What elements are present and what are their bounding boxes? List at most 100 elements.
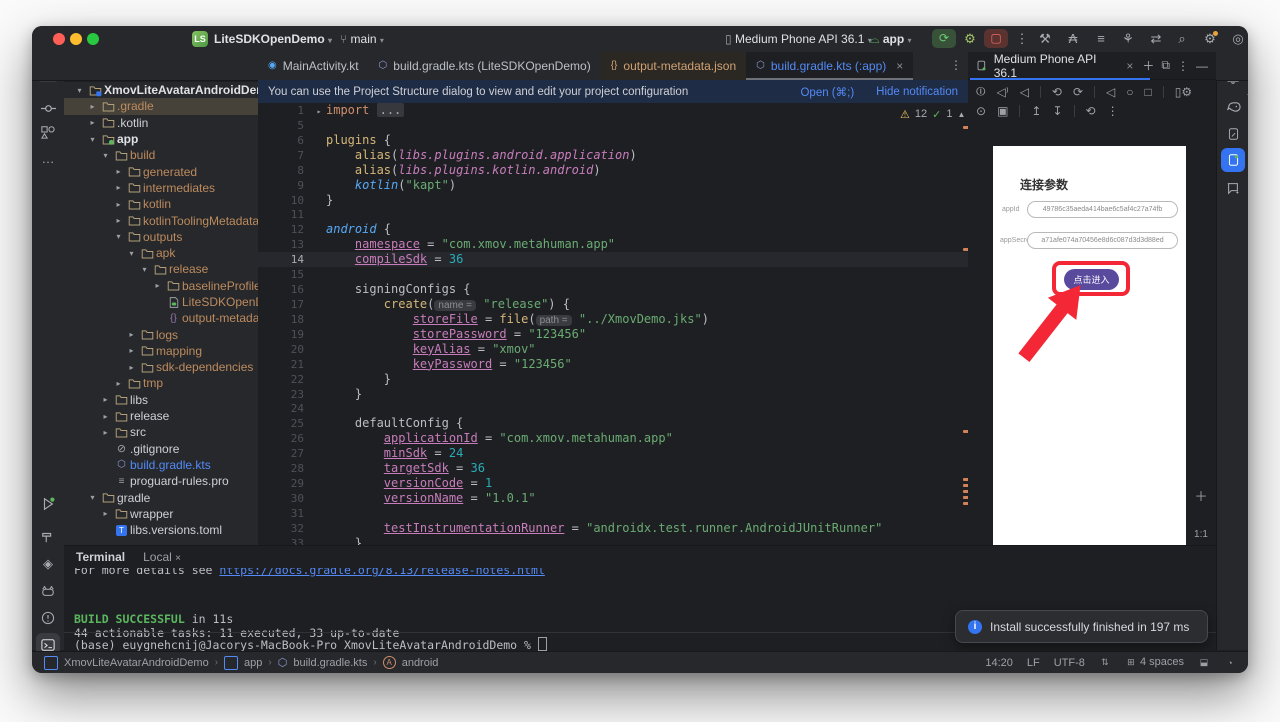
chevron-down-icon[interactable]: ▾ [111,232,126,241]
tree-item-.gradle[interactable]: ▸.gradle [64,98,258,114]
appid-input[interactable]: 49786c35aeda414bae6c5af4c27a74fb [1027,201,1178,218]
prev-problem-icon[interactable]: ▲ [957,110,965,119]
device-manager-icon[interactable] [1221,122,1245,146]
chevron-down-icon[interactable]: ▾ [98,151,113,160]
indent-setting[interactable]: ⊞ 4 spaces [1125,656,1184,669]
chevron-right-icon[interactable]: ▸ [111,379,126,388]
banner-hide-link[interactable]: Hide notification [876,86,958,98]
volume-down-icon[interactable]: ◁ [1020,85,1029,99]
code-line-15[interactable]: 15 [258,267,968,282]
device-selector[interactable]: ▯ Medium Phone API 36.1 ▾ [725,31,872,47]
chevron-right-icon[interactable]: ▸ [124,363,139,372]
app-quality-insights-icon[interactable]: ◈ [36,552,60,576]
build-hammer-icon[interactable]: ⚒ [1035,30,1055,48]
code-line-27[interactable]: 27 minSdk = 24 [258,446,968,461]
home-icon[interactable]: ○ [1126,85,1133,99]
chevron-right-icon[interactable]: ▸ [124,346,139,355]
code-line-24[interactable]: 24 [258,401,968,416]
tree-item-mapping[interactable]: ▸mapping [64,343,258,359]
code-line-13[interactable]: 13 namespace = "com.xmov.metahuman.app" [258,237,968,252]
tree-item-wrapper[interactable]: ▸wrapper [64,506,258,522]
chevron-right-icon[interactable]: ▸ [85,102,100,111]
code-line-16[interactable]: 16 signingConfigs { [258,282,968,297]
vcs-push-icon[interactable]: ⇅ [1099,657,1111,669]
tree-item-kotlintoolingmetadata[interactable]: ▸kotlinToolingMetadata [64,212,258,228]
chevron-right-icon[interactable]: ▸ [111,167,126,176]
terminal-tab-local[interactable]: Local × [143,550,181,564]
run-more-menu[interactable]: ⋮ [1012,30,1032,48]
commit-tool-icon[interactable] [36,96,60,120]
appsecret-input[interactable]: a71afe074a70456e8d6c087d3d3d88ed [1027,232,1178,249]
account-avatar-icon[interactable]: ◎ [1228,30,1248,48]
code-line-32[interactable]: 32 testInstrumentationRunner = "androidx… [258,521,968,536]
tree-item-baselineprofiles[interactable]: ▸baselineProfiles [64,278,258,294]
device-tab[interactable]: Medium Phone API 36.1 × ＋ ⧉ ⋮ — [968,52,1216,80]
code-line-12[interactable]: 12android { [258,222,968,237]
code-line-17[interactable]: 17 create(name = "release") { [258,297,968,312]
lock-icon[interactable]: ⬓ [1198,657,1210,669]
tree-item-output-metadata.js[interactable]: {}output-metadata.js [64,310,258,326]
chevron-down-icon[interactable]: ▾ [85,493,100,502]
code-line-23[interactable]: 23 } [258,387,968,402]
zoom-window-button[interactable] [87,33,99,45]
tree-item-build[interactable]: ▾build [64,147,258,163]
power-icon[interactable]: ⏼ [976,84,986,99]
tab-mainactivity[interactable]: ◉MainActivity.kt [258,52,369,80]
screen-record-icon[interactable]: ▣ [997,104,1008,118]
tree-item-gradle[interactable]: ▾gradle [64,489,258,505]
screen-search-icon[interactable]: ⌕ [1247,84,1248,99]
code-line-14[interactable]: 14 compileSdk = 36 [258,252,968,267]
new-tab-icon[interactable]: ＋ [1142,57,1154,74]
run-tool-icon[interactable] [36,492,60,516]
tab-list-menu-icon[interactable]: ⋮ [950,58,962,72]
breadcrumb-module[interactable]: app [244,657,262,669]
code-line-5[interactable]: 5 [258,118,968,133]
run-configuration-selector[interactable]: ⌓ app ▾ [870,31,912,47]
chevron-down-icon[interactable]: ▾ [85,135,100,144]
tree-item-proguard-rules.pro[interactable]: ≡proguard-rules.pro [64,473,258,489]
code-line-21[interactable]: 21 keyPassword = "123456" [258,357,968,372]
install-notification[interactable]: i Install successfully finished in 197 m… [955,610,1208,643]
code-line-18[interactable]: 18 storeFile = file(path = "../XmovDemo.… [258,312,968,327]
tree-item-src[interactable]: ▸src [64,424,258,440]
chevron-down-icon[interactable]: ▾ [72,86,87,95]
tree-item-litesdkopendemo[interactable]: LiteSDKOpenDemo_ [64,294,258,310]
profiler-icon[interactable]: ⚘ [1118,30,1138,48]
chevron-right-icon[interactable]: ▸ [111,183,126,192]
upload-icon[interactable]: ↥ [1031,104,1041,118]
tree-item-.kotlin[interactable]: ▸.kotlin [64,115,258,131]
code-line-9[interactable]: 9 kotlin("kapt") [258,178,968,193]
back-icon[interactable]: ◁ [1106,85,1115,99]
running-devices-icon[interactable] [1221,148,1245,172]
minimize-window-button[interactable] [70,33,82,45]
screenshot-icon[interactable]: ⊙ [976,104,986,118]
breadcrumb-project[interactable]: XmovLiteAvatarAndroidDemo [64,657,209,669]
code-line-8[interactable]: 8 alias(libs.plugins.kotlin.android) [258,163,968,178]
line-separator[interactable]: LF [1027,657,1040,669]
code-line-33[interactable]: 33 } [258,536,968,545]
code-line-19[interactable]: 19 storePassword = "123456" [258,327,968,342]
tree-item-libs.versions.toml[interactable]: Tlibs.versions.toml [64,522,258,538]
code-line-1[interactable]: 1▸import ... [258,103,968,118]
close-window-button[interactable] [53,33,65,45]
tree-item-tmp[interactable]: ▸tmp [64,375,258,391]
more-actions-icon[interactable]: ⋮ [1107,104,1119,118]
tree-item-.gitignore[interactable]: ⊘.gitignore [64,441,258,457]
ai-actions-icon[interactable]: ₳ [1063,30,1083,48]
code-line-30[interactable]: 30 versionName = "1.0.1" [258,491,968,506]
gradle-release-notes-link[interactable]: https://docs.gradle.org/8.13/release-not… [219,568,544,577]
device-settings-icon[interactable]: ▯⚙ [1175,85,1192,99]
banner-open-link[interactable]: Open (⌘;) [800,85,854,99]
branch-switcher[interactable]: ⑂ main ▾ [340,31,384,47]
code-line-6[interactable]: 6plugins { [258,133,968,148]
tree-item-build.gradle.kts[interactable]: ⬡build.gradle.kts [64,457,258,473]
tab-output-metadata[interactable]: {}output-metadata.json [601,52,746,80]
tree-item-release[interactable]: ▾release [64,261,258,277]
tree-item-outputs[interactable]: ▾outputs [64,229,258,245]
hide-panel-icon[interactable]: — [1196,59,1208,73]
code-line-26[interactable]: 26 applicationId = "com.xmov.metahuman.a… [258,431,968,446]
logcat-icon[interactable] [36,579,60,603]
rotate-left-icon[interactable]: ⟲ [1052,85,1062,99]
close-tab-icon[interactable]: × [896,52,903,80]
rerun-button[interactable]: ⟳ [932,29,956,48]
